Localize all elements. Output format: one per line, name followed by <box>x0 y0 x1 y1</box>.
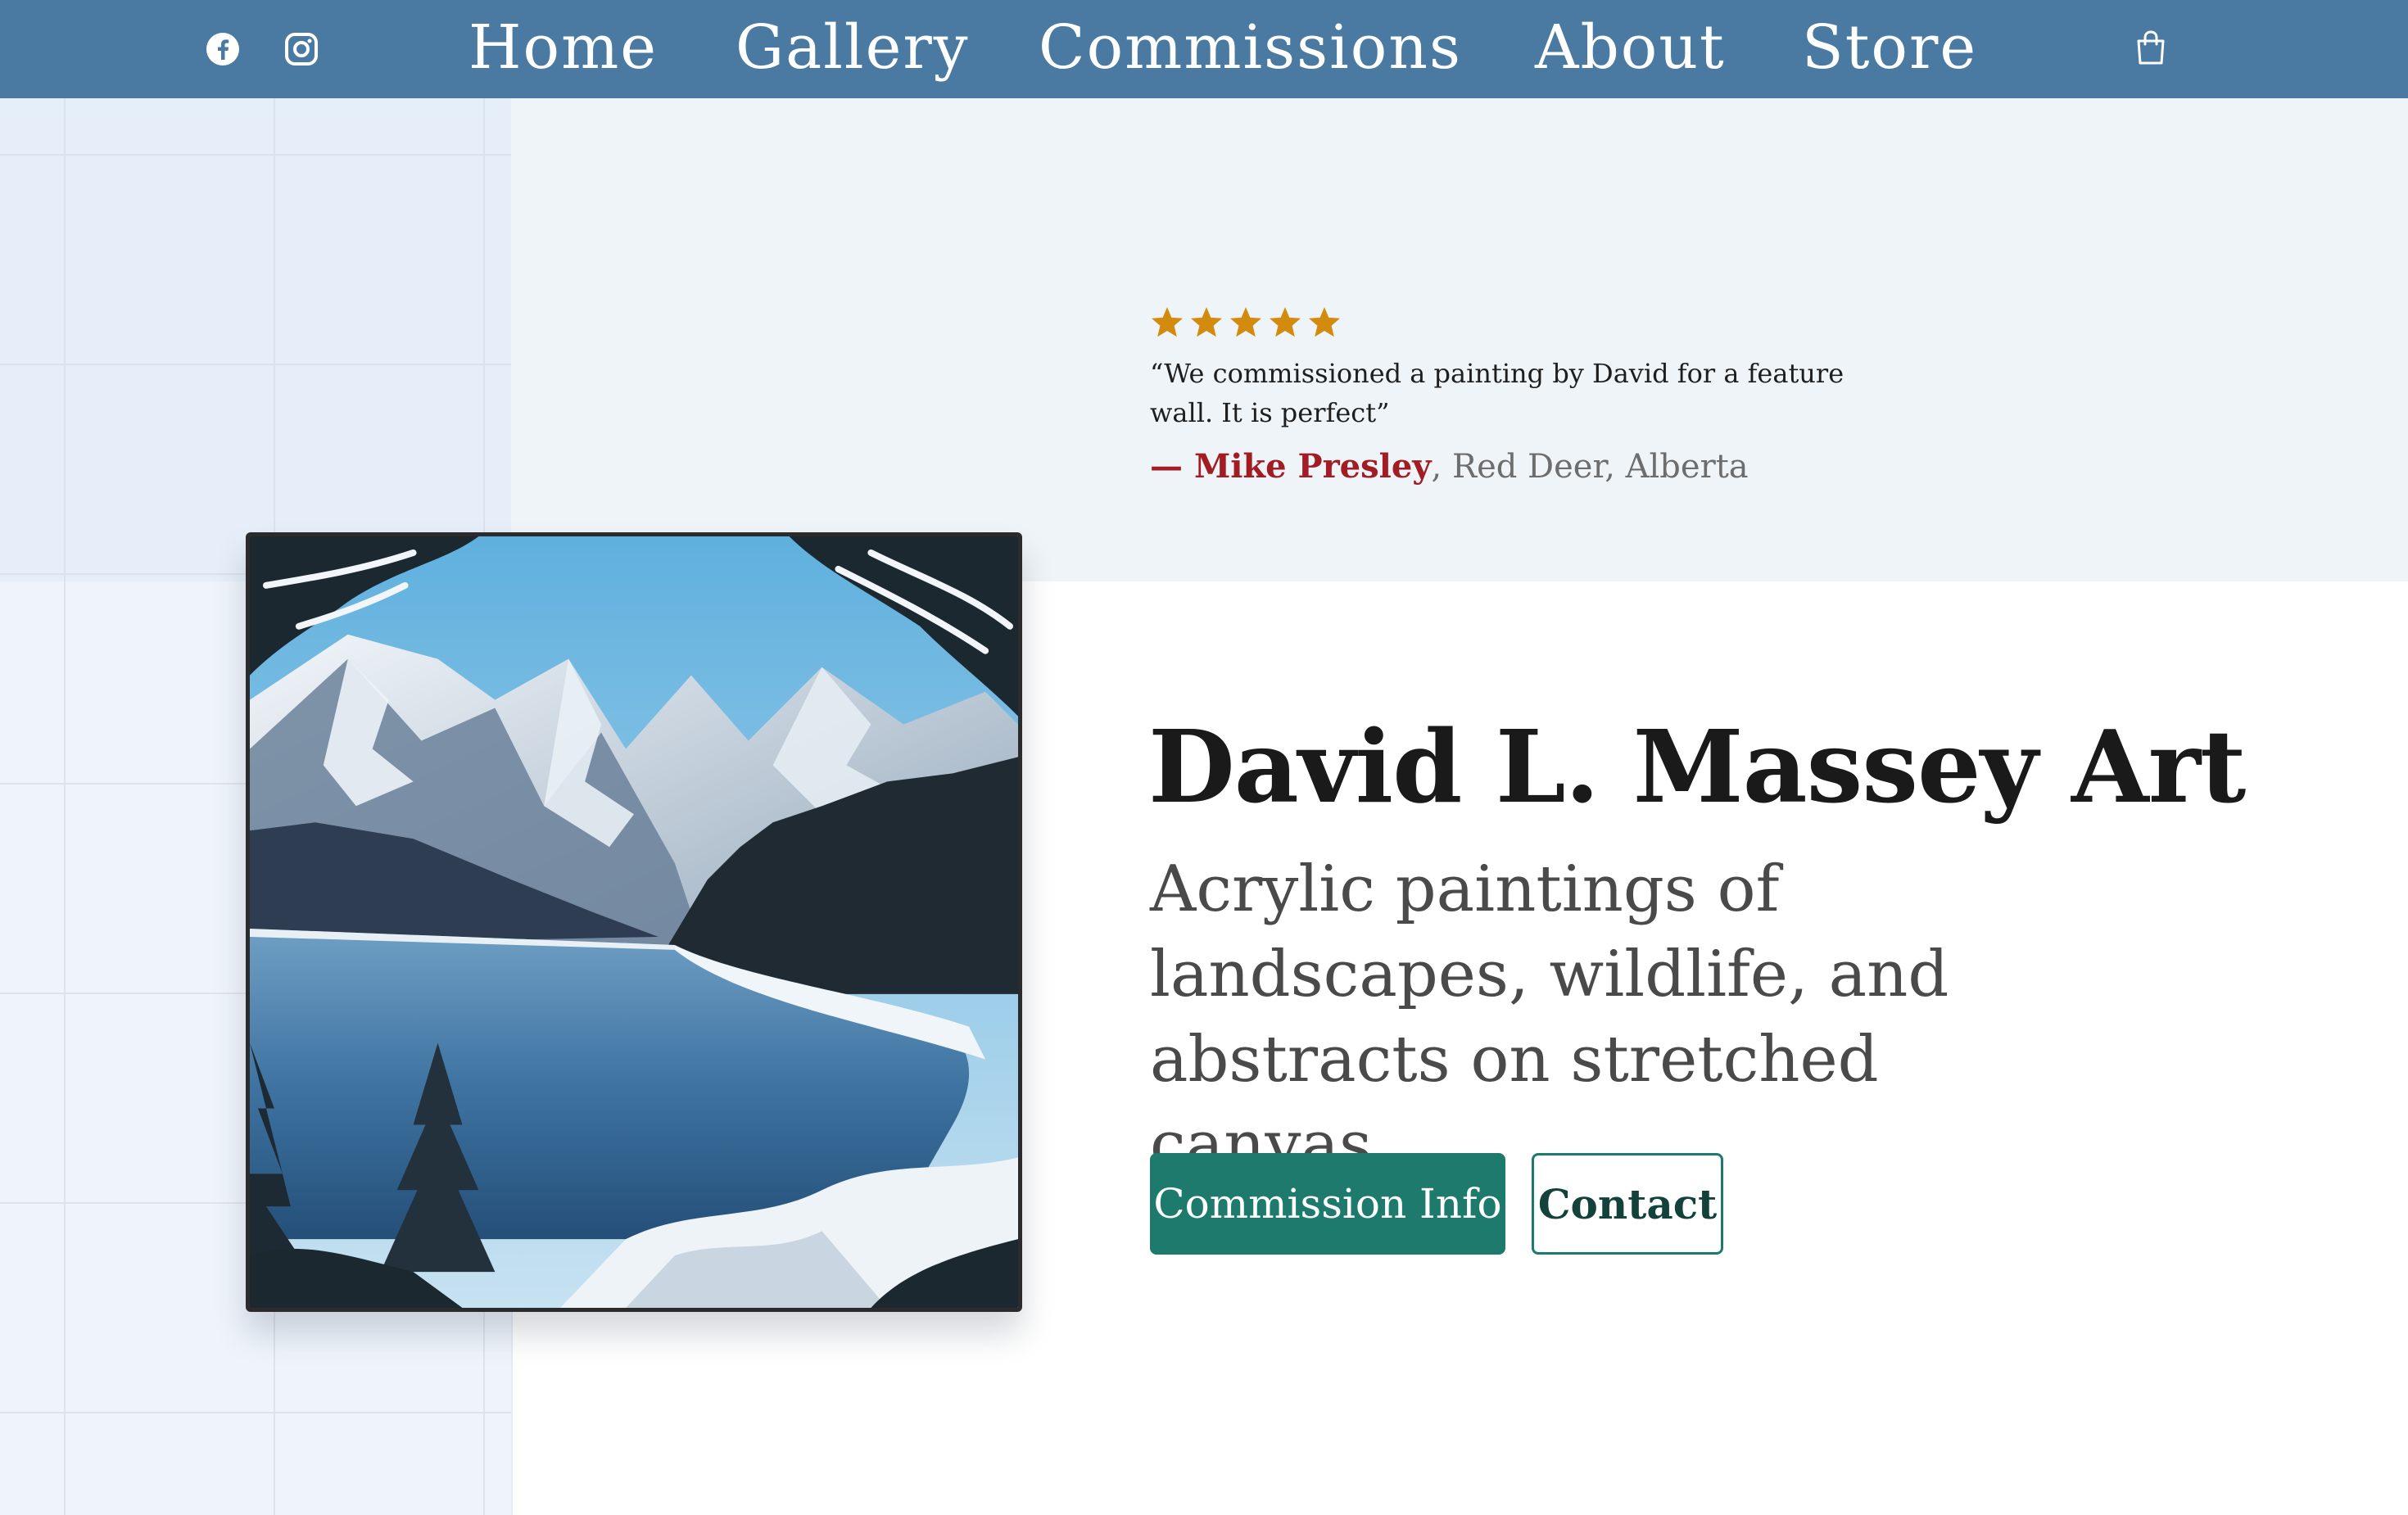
painting-image <box>250 536 1018 1308</box>
nav-store-link[interactable]: Store <box>1802 0 1977 95</box>
instagram-icon[interactable] <box>277 25 326 74</box>
hero-subtitle: Acrylic paintings of landscapes, wildlif… <box>1150 852 1949 1182</box>
testimonial-quote: “We commissioned a painting by David for… <box>1150 358 1844 428</box>
star-icon <box>1191 307 1222 337</box>
facebook-icon[interactable] <box>198 25 247 74</box>
star-rating <box>1150 305 1342 339</box>
contact-button[interactable]: Contact <box>1532 1153 1723 1255</box>
page-title: David L. Massey Art <box>1148 708 2246 825</box>
commission-info-button[interactable]: Commission Info <box>1150 1153 1505 1255</box>
testimonial-location: , Red Deer, Alberta <box>1431 448 1749 486</box>
testimonial-section <box>511 98 2408 581</box>
star-icon <box>1270 307 1301 337</box>
nav-about-link[interactable]: About <box>1535 0 1726 95</box>
testimonial-author: Mike Presley <box>1193 447 1432 486</box>
nav-home-link[interactable]: Home <box>468 0 658 95</box>
testimonial-dash: — <box>1150 447 1194 486</box>
nav-commissions-link[interactable]: Commissions <box>1039 0 1462 95</box>
star-icon <box>1309 307 1340 337</box>
star-icon <box>1230 307 1261 337</box>
top-navbar: Home Gallery Commissions About Store <box>0 0 2408 98</box>
testimonial-attribution: — Mike Presley, Red Deer, Alberta <box>1150 445 1749 488</box>
shopping-bag-icon[interactable] <box>2128 23 2174 72</box>
grid-background-shade <box>0 98 511 581</box>
star-icon <box>1152 307 1183 337</box>
featured-painting <box>246 532 1022 1312</box>
nav-gallery-link[interactable]: Gallery <box>736 0 970 95</box>
